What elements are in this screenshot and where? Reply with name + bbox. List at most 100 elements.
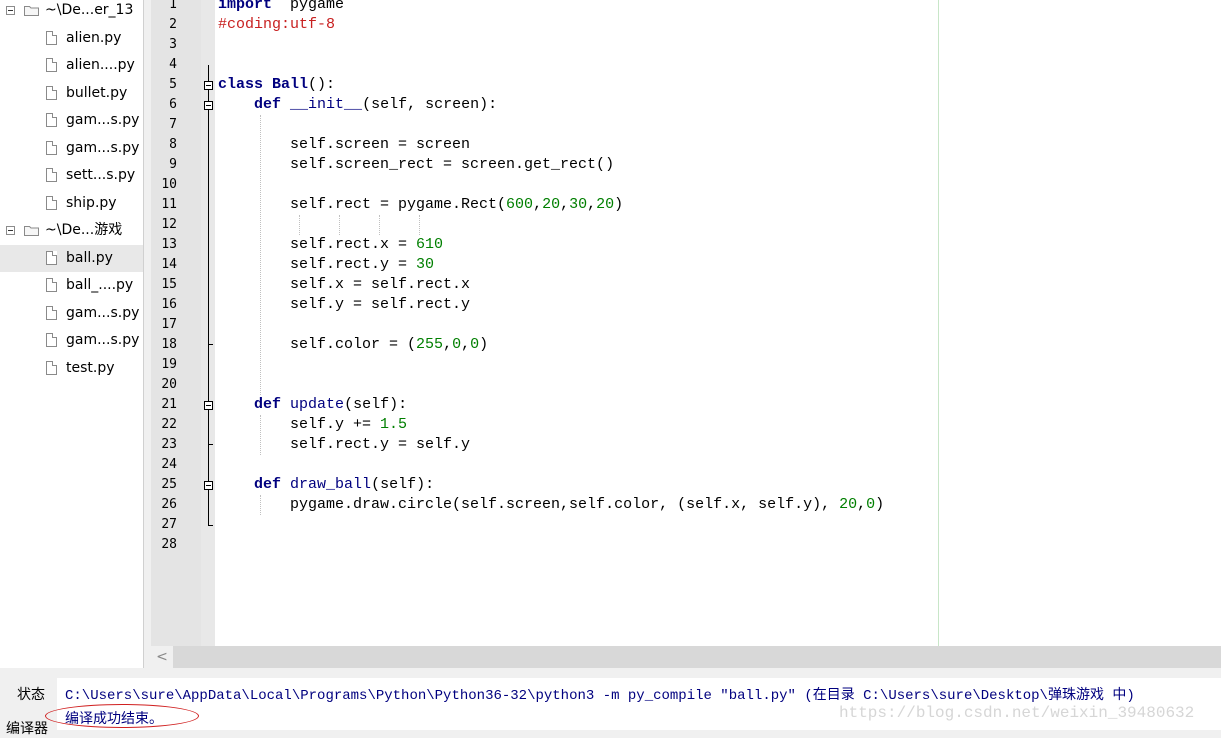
tree-file-label: ball.py [66,249,113,266]
tree-file[interactable]: sett...s.py [0,162,143,189]
file-icon [46,85,57,100]
file-icon [46,278,57,292]
folder-icon [24,6,39,16]
line-number: 3 [169,37,177,52]
tree-file[interactable]: test.py [0,355,143,382]
collapse-icon[interactable] [6,226,15,235]
output-text-area[interactable]: C:\Users\sure\AppData\Local\Programs\Pyt… [45,678,1221,730]
indent-guide [260,115,261,395]
output-panel: 状态 编译器 C:\Users\sure\AppData\Local\Progr… [0,668,1221,737]
file-icon [46,195,57,210]
code-line[interactable]: import pygame [218,0,344,15]
line-number: 16 [161,297,177,312]
line-number: 20 [161,377,177,392]
tab-status[interactable]: 状态 [17,684,45,704]
line-number: 11 [161,197,177,212]
horizontal-scrollbar[interactable]: < [151,646,1221,668]
file-tree-sidebar: ~\De...er_13 alien.py alien....py bullet.py… [0,0,144,668]
code-line[interactable]: self.rect.y = self.y [218,435,470,455]
tree-folder[interactable]: ~\De...er_13 [0,0,143,24]
line-number: 8 [169,137,177,152]
fold-toggle-icon[interactable] [204,81,213,90]
code-line[interactable]: self.screen_rect = screen.get_rect() [218,155,614,175]
fold-line [208,87,209,525]
tab-compiler[interactable]: 编译器 [6,718,48,738]
fold-toggle-icon[interactable] [204,101,213,110]
fold-toggle-icon[interactable] [204,401,213,410]
tree-file[interactable]: gam...s.py [0,107,143,134]
file-icon [46,113,57,127]
indent-guide [260,495,261,515]
tree-folder[interactable]: ~\De...游戏 [0,217,143,244]
tree-file[interactable]: ball.py [0,244,143,272]
line-number: 17 [161,317,177,332]
code-line[interactable]: def update(self): [218,395,407,415]
file-icon [46,58,57,72]
line-number: 25 [161,477,177,492]
watermark: https://blog.csdn.net/weixin_39480632 [839,704,1195,722]
tree-file-label: alien.py [66,29,122,46]
file-icon [46,168,57,182]
line-number: 4 [169,57,177,72]
code-line[interactable]: self.rect = pygame.Rect(600,20,30,20) [218,195,623,215]
line-number: 9 [169,157,177,172]
line-number: 26 [161,497,177,512]
file-icon [46,140,57,155]
code-line[interactable]: pygame.draw.circle(self.screen,self.colo… [218,495,884,515]
code-editor[interactable]: 1 2 3 4 5 6 7 8 9 10 11 12 13 14 15 16 17 18 19 20 21 22 23 24 2… [151,0,1221,646]
edge-column-line [938,0,939,646]
code-line[interactable]: def __init__(self, screen): [218,95,497,115]
code-line[interactable]: self.rect.y = 30 [218,255,434,275]
tree-file-label: test.py [66,359,115,376]
tree-file[interactable]: ship.py [0,190,143,217]
line-number: 22 [161,417,177,432]
file-icon [46,30,57,45]
code-line[interactable]: self.screen = screen [218,135,470,155]
code-line[interactable]: self.rect.x = 610 [218,235,443,255]
code-line[interactable]: #coding:utf-8 [218,15,335,35]
file-icon [46,250,57,265]
line-number: 6 [169,97,177,112]
code-line[interactable]: self.y = self.rect.y [218,295,470,315]
line-number: 24 [161,457,177,472]
code-line[interactable]: self.x = self.rect.x [218,275,470,295]
folder-icon [24,226,39,236]
line-number: 7 [169,117,177,132]
indent-guide [419,215,420,235]
indent-guide [299,215,300,235]
line-number: 27 [161,517,177,532]
line-number: 18 [161,337,177,352]
tree-folder-label: ~\De...er_13 [45,2,134,18]
code-line[interactable]: self.color = (255,0,0) [218,335,488,355]
line-number: 28 [161,537,177,552]
scroll-left-arrow-icon[interactable]: < [151,646,173,668]
tree-file[interactable]: gam...s.py [0,135,143,162]
tree-file[interactable]: ball_....py [0,272,143,299]
line-number: 19 [161,357,177,372]
collapse-icon[interactable] [6,6,15,15]
file-icon [46,360,57,375]
tree-file[interactable]: gam...s.py [0,300,143,327]
tree-file[interactable]: bullet.py [0,80,143,107]
tree-file-label: ship.py [66,194,117,211]
fold-toggle-icon[interactable] [204,481,213,490]
tree-file[interactable]: alien....py [0,52,143,79]
tree-file[interactable]: gam...s.py [0,327,143,354]
fold-end-tick [208,444,213,445]
tree-file-label: gam...s.py [66,139,140,156]
line-number-gutter: 1 2 3 4 5 6 7 8 9 10 11 12 13 14 15 16 17 18 19 20 21 22 23 24 2… [151,0,201,646]
line-number: 15 [161,277,177,292]
tree-folder-label: ~\De...游戏 [45,222,123,238]
line-number: 14 [161,257,177,272]
line-number: 2 [169,17,177,32]
indent-guide [260,415,261,455]
line-number: 12 [161,217,177,232]
indent-guide [379,215,380,235]
code-line[interactable]: def draw_ball(self): [218,475,434,495]
line-number: 10 [161,177,177,192]
file-icon [46,305,57,320]
code-line[interactable]: self.y += 1.5 [218,415,407,435]
tree-file[interactable]: alien.py [0,25,143,52]
code-line[interactable]: class Ball(): [218,75,335,95]
tree-file-label: alien....py [66,57,135,73]
